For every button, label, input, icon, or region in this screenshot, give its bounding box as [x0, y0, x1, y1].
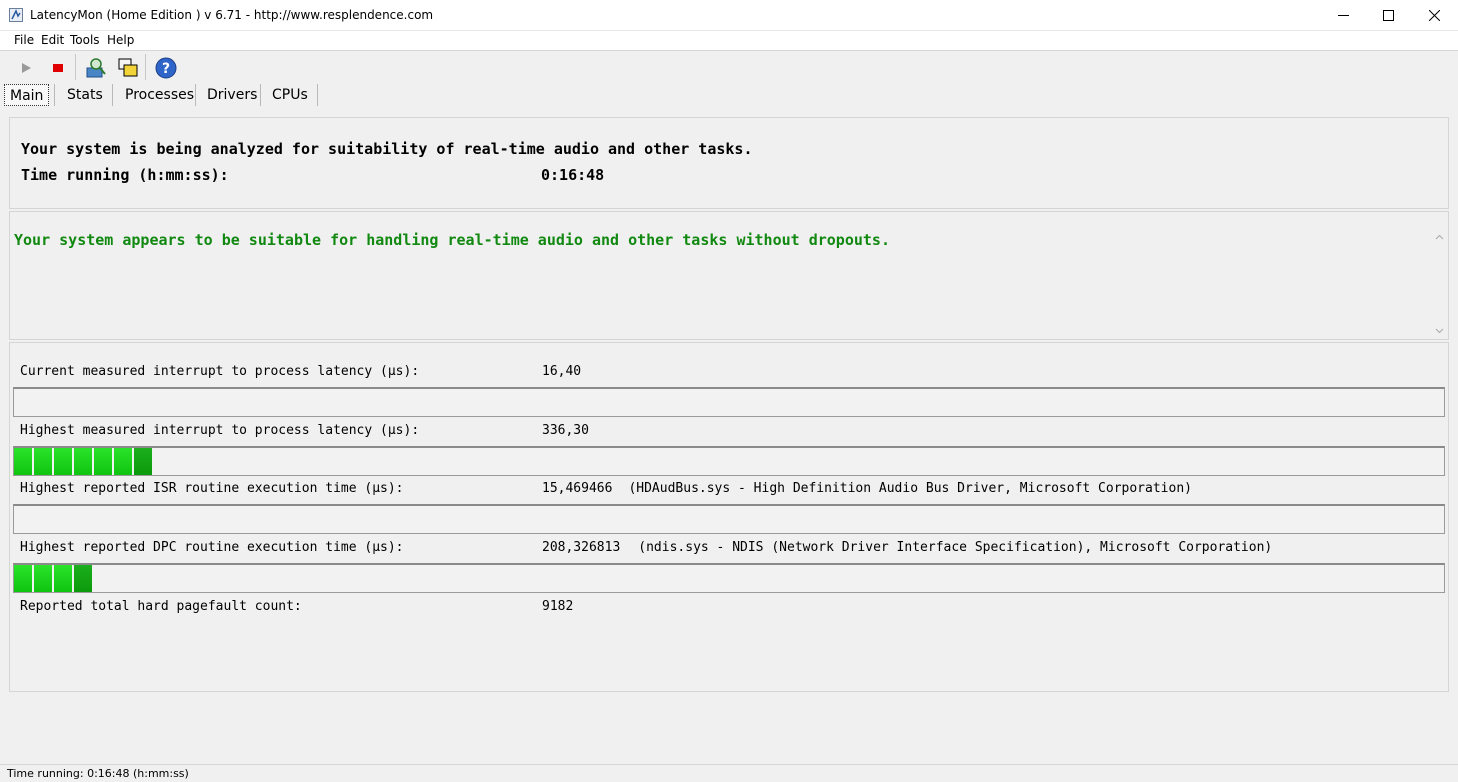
bar-segment	[34, 448, 54, 475]
dpc-driver-detail: (ndis.sys - NDIS (Network Driver Interfa…	[638, 540, 1273, 555]
bar-segment	[54, 448, 74, 475]
bar-segment	[114, 448, 134, 475]
highest-latency-label: Highest measured interrupt to process la…	[20, 423, 420, 438]
tab-processes[interactable]: Processes	[120, 84, 199, 106]
tab-separator	[260, 84, 261, 106]
isr-time-bar	[13, 504, 1445, 534]
tab-main[interactable]: Main	[4, 84, 50, 106]
close-icon	[1428, 10, 1440, 21]
bar-fill	[14, 565, 94, 592]
isr-time-label: Highest reported ISR routine execution t…	[20, 481, 404, 496]
minimize-icon	[1337, 15, 1349, 16]
play-icon	[22, 63, 31, 73]
tab-strip: Main Stats Processes Drivers CPUs	[0, 82, 1458, 108]
verdict-panel: Your system appears to be suitable for h…	[9, 211, 1449, 340]
bar-segment	[74, 565, 94, 592]
window-title: LatencyMon (Home Edition ) v 6.71 - http…	[30, 8, 434, 22]
toolbar: ?	[0, 52, 1458, 82]
isr-driver-detail: (HDAudBus.sys - High Definition Audio Bu…	[628, 481, 1192, 496]
bar-segment	[34, 565, 54, 592]
tab-drivers[interactable]: Drivers	[202, 84, 262, 106]
windows-icon	[118, 58, 138, 77]
bar-fill	[14, 448, 154, 475]
verdict-text: Your system appears to be suitable for h…	[14, 231, 890, 249]
minimize-button[interactable]	[1320, 0, 1366, 31]
current-latency-label: Current measured interrupt to process la…	[20, 364, 420, 379]
app-icon	[9, 8, 23, 22]
time-running-label: Time running (h:mm:ss):	[21, 166, 229, 184]
current-latency-value: 16,40	[542, 364, 582, 379]
menu-edit[interactable]: Edit	[41, 33, 64, 47]
maximize-button[interactable]	[1365, 0, 1411, 31]
menu-tools[interactable]: Tools	[70, 33, 100, 47]
bar-segment	[94, 448, 114, 475]
dpc-time-value: 208,326813 (ndis.sys - NDIS (Network Driv…	[542, 540, 1273, 555]
dpc-time-bar	[13, 563, 1445, 593]
maximize-icon	[1382, 10, 1394, 21]
bar-segment	[134, 448, 154, 475]
close-button[interactable]	[1411, 0, 1457, 31]
tab-separator	[317, 84, 318, 106]
analyzing-text: Your system is being analyzed for suitab…	[21, 140, 753, 158]
help-button[interactable]: ?	[153, 55, 179, 81]
tab-stats[interactable]: Stats	[62, 84, 108, 106]
pagefault-label: Reported total hard pagefault count:	[20, 599, 302, 614]
windows-button[interactable]	[115, 55, 141, 81]
scroll-down-icon[interactable]	[1435, 326, 1444, 335]
bar-segment	[14, 448, 34, 475]
highest-latency-value: 336,30	[542, 423, 589, 438]
bar-segment	[14, 565, 34, 592]
menu-bar: File Edit Tools Help	[0, 31, 1458, 51]
status-bar: Time running: 0:16:48 (h:mm:ss)	[0, 764, 1458, 782]
analysis-panel: Your system is being analyzed for suitab…	[9, 117, 1449, 209]
tab-separator	[112, 84, 113, 106]
status-text: Time running: 0:16:48 (h:mm:ss)	[7, 767, 189, 780]
isr-time-value: 15,469466 (HDAudBus.sys - High Definition…	[542, 481, 1192, 496]
dpc-time-label: Highest reported DPC routine execution t…	[20, 540, 404, 555]
bar-segment	[54, 565, 74, 592]
current-latency-bar	[13, 387, 1445, 417]
analyze-icon	[86, 58, 106, 78]
verdict-scrollbar[interactable]	[1431, 228, 1448, 340]
highest-latency-bar	[13, 446, 1445, 476]
toolbar-separator	[145, 54, 146, 80]
bar-segment	[74, 448, 94, 475]
stop-button[interactable]	[45, 55, 71, 81]
start-button[interactable]	[13, 55, 39, 81]
svg-text:?: ?	[162, 61, 170, 77]
pagefault-value: 9182	[542, 599, 574, 614]
stop-icon	[53, 64, 63, 72]
tab-separator	[195, 84, 196, 106]
scroll-up-icon[interactable]	[1435, 233, 1444, 242]
metrics-panel: Current measured interrupt to process la…	[9, 342, 1449, 692]
analyze-button[interactable]	[83, 55, 109, 81]
toolbar-separator	[75, 54, 76, 80]
time-running-value: 0:16:48	[541, 166, 605, 184]
help-icon: ?	[155, 57, 177, 79]
menu-help[interactable]: Help	[107, 33, 134, 47]
title-bar: LatencyMon (Home Edition ) v 6.71 - http…	[0, 0, 1458, 31]
tab-separator	[54, 84, 55, 106]
tab-cpus[interactable]: CPUs	[267, 84, 313, 106]
menu-file[interactable]: File	[14, 33, 34, 47]
